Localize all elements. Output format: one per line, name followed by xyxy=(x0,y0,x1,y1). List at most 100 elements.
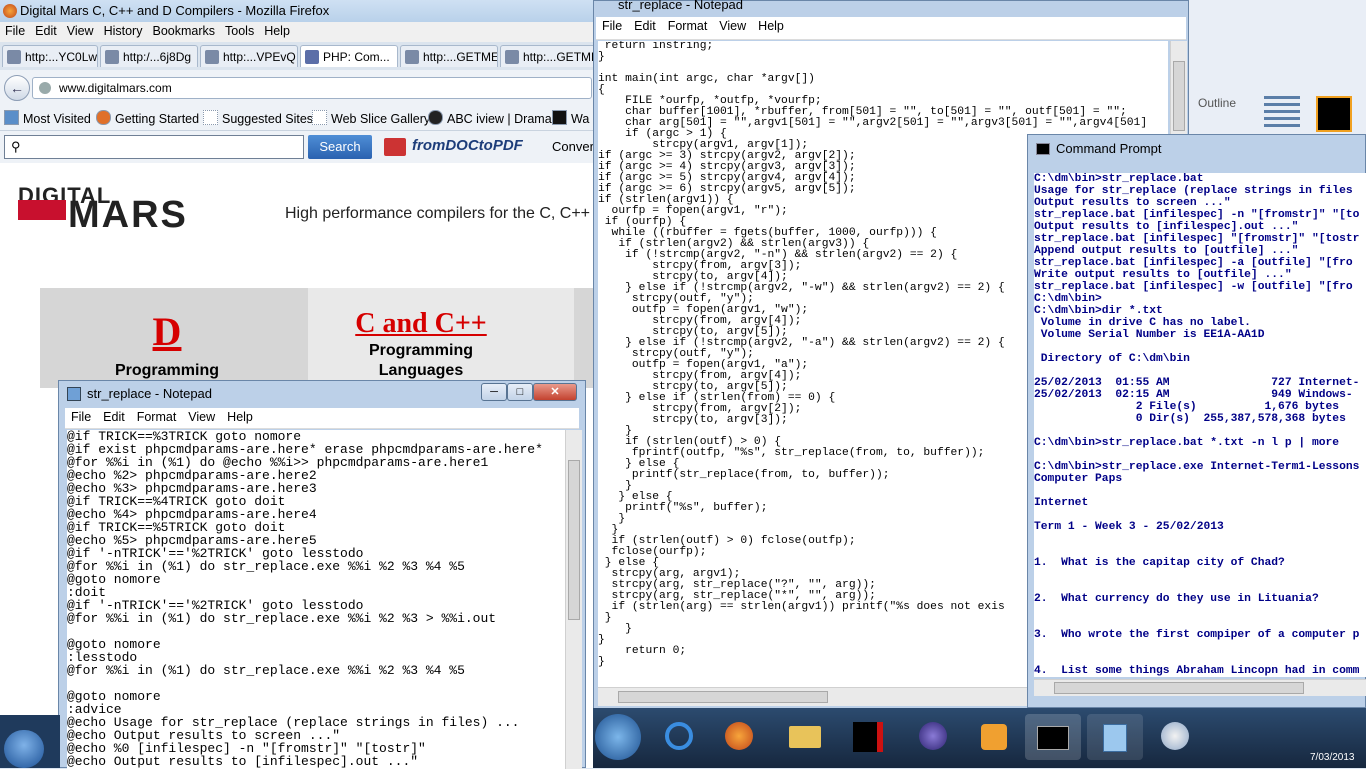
minimize-button[interactable]: ─ xyxy=(481,383,507,401)
url-bar[interactable]: www.digitalmars.com xyxy=(32,77,592,99)
tab-1[interactable]: http:...YC0Lw xyxy=(2,45,98,67)
folder-icon[interactable] xyxy=(779,714,831,760)
notepad-text-area[interactable]: @if TRICK==%3TRICK goto nomore @if exist… xyxy=(67,430,565,769)
fromdoctopdf-logo[interactable]: fromDOCtoPDF xyxy=(412,137,523,154)
bookmarks-toolbar: Most Visited Getting Started Suggested S… xyxy=(0,106,600,131)
internet-explorer-icon[interactable] xyxy=(653,714,705,760)
page-icon xyxy=(205,50,219,64)
bookmark-web-slice[interactable]: Web Slice Gallery xyxy=(312,110,430,126)
logo-mars: MARS xyxy=(68,194,188,236)
tab-6[interactable]: http:...GETME xyxy=(500,45,598,67)
bookmark-label: Web Slice Gallery xyxy=(331,112,431,126)
window-title: Command Prompt xyxy=(1056,141,1162,156)
close-button[interactable]: ✕ xyxy=(533,383,577,401)
bookmark-label: Most Visited xyxy=(23,112,91,126)
logo-mark xyxy=(18,200,66,220)
menu-bookmarks[interactable]: Bookmarks xyxy=(147,22,220,40)
notepad-taskbar-icon[interactable] xyxy=(1087,714,1143,760)
d-link[interactable]: D xyxy=(40,308,294,355)
bookmark-most-visited[interactable]: Most Visited xyxy=(4,110,91,126)
tab-2[interactable]: http:/...6j8Dg xyxy=(100,45,198,67)
tab-label: PHP: Com... xyxy=(323,50,390,64)
command-prompt-window: Command Prompt C:\dm\bin>str_replace.bat… xyxy=(1027,134,1366,708)
menu-file[interactable]: File xyxy=(65,408,97,426)
scroll-thumb[interactable] xyxy=(1173,61,1185,131)
page-icon xyxy=(7,50,21,64)
bookmark-icon xyxy=(4,110,19,125)
tab-label: http:...YC0Lw xyxy=(25,50,98,64)
notepad-bat-window: str_replace - Notepad ─ □ ✕ File Edit Form… xyxy=(58,380,586,769)
scroll-thumb[interactable] xyxy=(568,460,580,620)
firefox-menubar: File Edit View History Bookmarks Tools Help xyxy=(0,22,600,42)
scroll-thumb[interactable] xyxy=(1054,682,1304,694)
tab-label: http:/...6j8Dg xyxy=(123,50,192,64)
c-link[interactable]: C and C++ xyxy=(308,308,534,340)
windows-orb-icon[interactable] xyxy=(595,714,641,760)
system-clock[interactable]: 7/03/2013 xyxy=(1310,752,1355,763)
menu-view[interactable]: View xyxy=(182,408,221,426)
menu-help[interactable]: Help xyxy=(752,17,790,35)
menu-history[interactable]: History xyxy=(99,22,148,40)
menu-file[interactable]: File xyxy=(596,17,628,35)
menu-view[interactable]: View xyxy=(713,17,752,35)
paint-icon[interactable] xyxy=(1149,714,1201,760)
media-player-icon[interactable] xyxy=(969,714,1021,760)
bookmark-label: Suggested Sites xyxy=(222,112,314,126)
vertical-scrollbar[interactable] xyxy=(565,430,582,769)
bookmark-suggested-sites[interactable]: Suggested Sites xyxy=(203,110,313,126)
office-ribbon-background: Outline xyxy=(1188,0,1366,134)
command-prompt-taskbar-icon[interactable] xyxy=(1025,714,1081,760)
tab-5[interactable]: http:...GETME xyxy=(400,45,498,67)
color-swatch[interactable] xyxy=(1316,96,1352,132)
menu-help[interactable]: Help xyxy=(221,408,259,426)
tab-label: http:...GETME xyxy=(423,50,498,64)
bookmark-wa[interactable]: Wa xyxy=(552,110,589,126)
bookmark-abc-iview[interactable]: ABC iview | Drama xyxy=(428,110,552,126)
c-subtitle-2: Languages xyxy=(378,362,464,379)
menu-edit[interactable]: Edit xyxy=(628,17,662,35)
back-arrow-icon[interactable]: ← xyxy=(4,75,30,101)
page-icon xyxy=(405,50,419,64)
outline-label[interactable]: Outline xyxy=(1198,96,1236,110)
bookmark-getting-started[interactable]: Getting Started xyxy=(96,110,199,126)
search-icon: ⚲ xyxy=(11,139,21,154)
start-button[interactable] xyxy=(4,730,44,768)
menu-help[interactable]: Help xyxy=(259,22,295,40)
app-icon[interactable] xyxy=(843,714,895,760)
scroll-thumb[interactable] xyxy=(618,691,828,703)
horizontal-scrollbar[interactable] xyxy=(1034,679,1366,696)
notepad-menubar: File Edit Format View Help xyxy=(596,17,1186,40)
c-panel: C and C++ Programming Languages xyxy=(308,288,574,388)
menu-view[interactable]: View xyxy=(62,22,99,40)
window-title: str_replace - Notepad xyxy=(618,0,744,12)
taskbar xyxy=(593,708,1366,768)
firefox-title-bar[interactable]: Digital Mars C, C++ and D Compilers - Mo… xyxy=(0,0,600,22)
tab-3[interactable]: http:...VPEvQ xyxy=(200,45,298,67)
convert-button[interactable]: Convert xyxy=(552,139,598,154)
window-title: str_replace - Notepad xyxy=(87,386,213,401)
notepad-icon xyxy=(67,387,81,401)
menu-format[interactable]: Format xyxy=(131,408,183,426)
tab-4[interactable]: PHP: Com... xyxy=(300,45,398,67)
d-subtitle: Programming xyxy=(114,362,219,379)
d-panel: D Programming xyxy=(40,288,308,388)
search-button[interactable]: Search xyxy=(308,135,372,159)
pdf-icon xyxy=(384,138,406,156)
list-icon[interactable] xyxy=(1264,96,1300,128)
maximize-button[interactable]: □ xyxy=(507,383,533,401)
menu-edit[interactable]: Edit xyxy=(30,22,62,40)
menu-format[interactable]: Format xyxy=(662,17,714,35)
firefox-title: Digital Mars C, C++ and D Compilers - Mo… xyxy=(20,3,330,18)
terminal-icon xyxy=(1036,143,1050,155)
url-text: www.digitalmars.com xyxy=(59,81,172,95)
firefox-icon xyxy=(96,110,111,125)
menu-file[interactable]: File xyxy=(0,22,30,40)
menu-edit[interactable]: Edit xyxy=(97,408,131,426)
eclipse-icon[interactable] xyxy=(907,714,959,760)
firefox-icon[interactable] xyxy=(713,714,765,760)
search-input[interactable]: ⚲ xyxy=(4,135,304,159)
console-output[interactable]: C:\dm\bin>str_replace.bat Usage for str_… xyxy=(1034,173,1366,677)
tab-label: http:...GETME xyxy=(523,50,598,64)
bookmark-label: ABC iview | Drama xyxy=(447,112,552,126)
menu-tools[interactable]: Tools xyxy=(220,22,259,40)
